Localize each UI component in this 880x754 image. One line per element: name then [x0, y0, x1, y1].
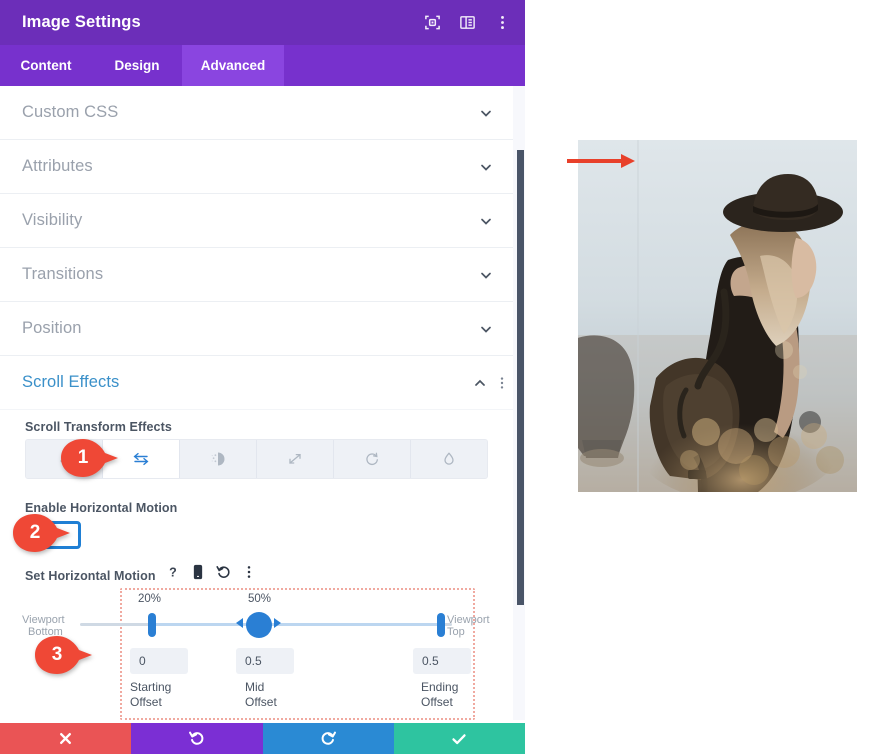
effect-rotating[interactable]	[334, 440, 411, 478]
callout-number: 2	[29, 522, 41, 543]
accordion-position[interactable]: Position	[0, 302, 525, 356]
blur-icon	[444, 452, 454, 465]
close-icon	[60, 733, 72, 745]
accordion-custom-css[interactable]: Custom CSS	[0, 86, 525, 140]
mid-offset-label-line1: Mid	[245, 680, 265, 694]
callout-2: 2	[10, 513, 72, 553]
chevron-down-icon	[479, 268, 493, 282]
undo-button[interactable]	[131, 723, 263, 754]
scroll-transform-effects-label: Scroll Transform Effects	[25, 420, 172, 434]
responsive-phone-icon[interactable]	[192, 564, 204, 585]
starting-offset-label-line1: Starting	[130, 680, 172, 694]
image-settings-screen: Image Settings Content Design Advanced C…	[0, 0, 880, 754]
action-bar	[0, 723, 525, 754]
tab-design[interactable]: Design	[92, 45, 182, 86]
accordion-label: Position	[22, 319, 82, 337]
help-icon[interactable]: ?	[166, 564, 180, 585]
effect-scaling-up-down[interactable]	[257, 440, 334, 478]
horizontal-motion-icon	[133, 452, 149, 466]
accordion-label: Attributes	[22, 157, 93, 175]
slider-handle-end[interactable]	[437, 613, 445, 637]
chevron-down-icon	[479, 214, 493, 228]
start-percent-label: 20%	[138, 593, 162, 605]
chevron-down-icon	[479, 322, 493, 336]
set-horizontal-motion-label: Set Horizontal Motion	[25, 569, 156, 583]
accordion-label: Visibility	[22, 211, 83, 229]
callout-1: 1	[58, 438, 120, 478]
accordion-label: Custom CSS	[22, 103, 119, 121]
section-tools	[473, 376, 509, 390]
undo-icon	[189, 731, 204, 745]
save-button[interactable]	[393, 723, 525, 754]
slider-mid-left-arrow-icon	[236, 618, 243, 628]
header-icon-group	[424, 0, 511, 45]
starting-offset-label-line2: Offset	[130, 695, 162, 709]
help-glyph: ?	[169, 566, 177, 580]
ending-offset-label-line1: Ending	[421, 680, 459, 694]
image-preview	[578, 140, 857, 492]
effect-fade-in-out[interactable]	[180, 440, 257, 478]
accordion-visibility[interactable]: Visibility	[0, 194, 525, 248]
mid-offset-input[interactable]: 0.5	[236, 648, 294, 674]
kebab-menu-icon[interactable]	[495, 376, 509, 390]
scroll-transform-effects-label-wrap: Scroll Transform Effects	[25, 418, 172, 436]
preview-photo	[578, 140, 857, 492]
fade-in-out-icon	[211, 452, 225, 466]
scaling-up-down-icon	[289, 453, 301, 464]
mid-percent-label: 50%	[248, 593, 272, 605]
accordion-transitions[interactable]: Transitions	[0, 248, 525, 302]
callout-number: 3	[51, 644, 63, 665]
starting-offset-input[interactable]: 0	[130, 648, 188, 674]
svg-text:?: ?	[169, 566, 177, 580]
page-title: Image Settings	[22, 13, 141, 31]
viewport-top-label-line2: Top	[447, 626, 465, 638]
tab-content[interactable]: Content	[0, 45, 92, 86]
focus-target-icon[interactable]	[424, 14, 441, 31]
redo-button[interactable]	[262, 723, 394, 754]
kebab-menu-icon[interactable]	[494, 14, 511, 31]
rotating-icon	[366, 452, 378, 466]
reset-icon[interactable]	[216, 564, 231, 585]
slider-mid-right-arrow-icon	[274, 618, 281, 628]
panel-header: Image Settings	[0, 0, 525, 45]
chevron-down-icon	[479, 160, 493, 174]
cancel-button[interactable]	[0, 723, 132, 754]
settings-tabs: Content Design Advanced	[0, 45, 525, 86]
accordion-scroll-effects[interactable]: Scroll Effects	[0, 356, 525, 410]
slider-track-filled	[152, 623, 445, 626]
callout-number: 1	[77, 447, 89, 468]
red-direction-arrow	[567, 154, 635, 168]
redo-icon	[321, 731, 336, 745]
section-title: Scroll Effects	[22, 373, 120, 391]
kebab-menu-icon[interactable]	[243, 564, 255, 585]
checkmark-icon	[452, 733, 467, 744]
scrollbar-thumb[interactable]	[517, 150, 524, 605]
chevron-up-icon[interactable]	[473, 376, 487, 390]
mid-offset-label-line2: Offset	[245, 695, 277, 709]
motion-tools-group: ?	[166, 564, 255, 585]
ending-offset-label-line2: Offset	[421, 695, 453, 709]
accordion-attributes[interactable]: Attributes	[0, 140, 525, 194]
set-horizontal-motion-label-wrap: Set Horizontal Motion	[25, 567, 156, 585]
ending-offset-input[interactable]: 0.5	[413, 648, 471, 674]
chevron-down-icon	[479, 106, 493, 120]
layout-panel-icon[interactable]	[459, 14, 476, 31]
tab-advanced[interactable]: Advanced	[182, 45, 284, 86]
callout-3: 3	[32, 635, 94, 675]
slider-handle-mid[interactable]	[246, 612, 272, 638]
slider-handle-start[interactable]	[148, 613, 156, 637]
effect-blur[interactable]	[411, 440, 487, 478]
accordion-label: Transitions	[22, 265, 104, 283]
